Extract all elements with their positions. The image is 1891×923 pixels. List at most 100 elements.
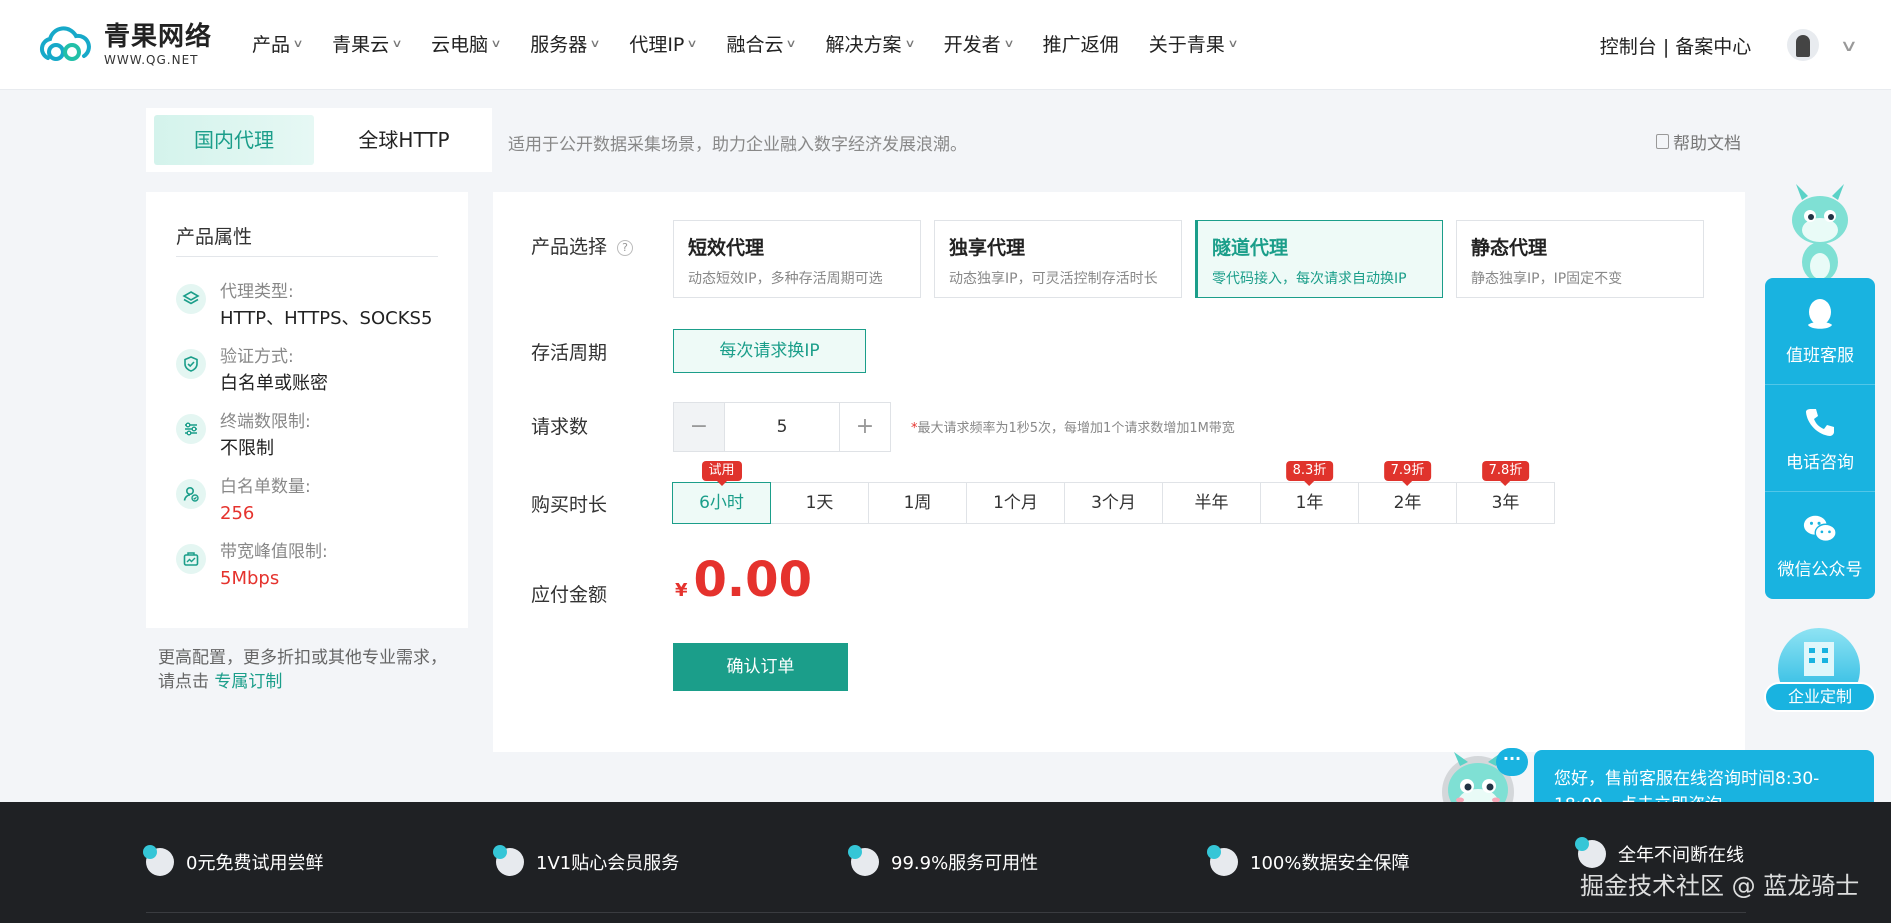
nav-item[interactable]: 解决方案 ∨ xyxy=(826,30,916,57)
security-100-icon xyxy=(1207,845,1238,876)
nav-item[interactable]: 代理IP ∨ xyxy=(629,30,698,57)
chevron-down-icon: ∨ xyxy=(903,37,916,50)
duration-option[interactable]: 1天 xyxy=(770,482,869,524)
duration-option[interactable]: 半年 xyxy=(1162,482,1261,524)
discount-badge: 8.3折 xyxy=(1285,461,1334,486)
nav-label: 产品 xyxy=(252,34,291,56)
watermark: 掘金技术社区 @ 蓝龙骑士 xyxy=(1580,872,1860,900)
requests-input[interactable]: 5 xyxy=(724,403,840,451)
duration-option[interactable]: 3年 7.8折 xyxy=(1456,461,1555,524)
nav-item[interactable]: 推广返佣 xyxy=(1043,30,1119,57)
chevron-down-icon: ∨ xyxy=(1002,37,1015,50)
float-label: 电话咨询 xyxy=(1786,452,1854,473)
user-menu-chevron-icon[interactable]: ∨ xyxy=(1840,36,1859,55)
free-icon xyxy=(143,845,174,876)
float-phone-consult[interactable]: 电话咨询 xyxy=(1765,385,1875,492)
duration-label: 1年 xyxy=(1295,493,1324,513)
attr-value: HTTP、HTTPS、SOCKS5 xyxy=(220,308,433,329)
duration-option[interactable]: 1年 8.3折 xyxy=(1260,461,1359,524)
enterprise-label: 企业定制 xyxy=(1764,682,1876,712)
duration-option[interactable]: 2年 7.9折 xyxy=(1358,461,1457,524)
duration-option[interactable]: 3个月 xyxy=(1064,482,1163,524)
nav-label: 开发者 xyxy=(943,34,1001,56)
custom-order-link[interactable]: 专属订制 xyxy=(214,672,282,692)
layers-icon xyxy=(176,284,206,314)
nav-item[interactable]: 产品 ∨ xyxy=(252,30,304,57)
help-doc-link[interactable]: 帮助文档 xyxy=(1656,129,1741,154)
chat-typing-icon: ··· xyxy=(1496,748,1528,776)
top-header: 青果网络 WWW.QG.NET 产品 ∨ 青果云 ∨ 云电脑 ∨ 服务器 ∨ 代理IP ∨ 融合云 ∨… xyxy=(0,0,1891,90)
monitor-icon xyxy=(1575,837,1606,868)
qq-icon xyxy=(1802,297,1838,333)
product-name: 独享代理 xyxy=(949,237,1026,259)
duration-option[interactable]: 1周 xyxy=(868,482,967,524)
attr-terminal-limit: 终端数限制: 不限制 xyxy=(176,410,311,464)
duration-options: 6小时 试用 1天 1周 1个月 3个月 半年 1年 8.3折 2年 7.9折 3年 7.8折 xyxy=(672,461,1555,524)
product-desc: 零代码接入，每次请求自动换IP xyxy=(1212,271,1407,287)
product-card-exclusive[interactable]: 独享代理 动态独享IP，可灵活控制存活时长 xyxy=(934,220,1182,298)
attr-value: 不限制 xyxy=(220,438,274,459)
float-wechat[interactable]: 微信公众号 xyxy=(1765,492,1875,599)
nav-label: 融合云 xyxy=(726,34,784,56)
attr-value: 5Mbps xyxy=(220,568,280,589)
chevron-down-icon: ∨ xyxy=(490,37,502,50)
feature-label: 1V1贴心会员服务 xyxy=(536,853,680,874)
decrement-button[interactable]: − xyxy=(674,403,724,451)
footer-divider xyxy=(146,912,1746,913)
nav-label: 代理IP xyxy=(629,34,685,56)
product-desc: 动态短效IP，多种存活周期可选 xyxy=(688,271,883,287)
tab-domestic-proxy[interactable]: 国内代理 xyxy=(154,115,314,165)
user-avatar[interactable] xyxy=(1787,29,1820,61)
help-doc-label: 帮助文档 xyxy=(1673,134,1741,154)
feature-label: 100%数据安全保障 xyxy=(1250,853,1410,874)
nav-item[interactable]: 服务器 ∨ xyxy=(530,30,601,57)
product-name: 短效代理 xyxy=(688,237,765,259)
attr-label: 终端数限制: xyxy=(220,412,311,432)
product-card-short-term[interactable]: 短效代理 动态短效IP，多种存活周期可选 xyxy=(673,220,921,298)
attr-auth-method: 验证方式: 白名单或账密 xyxy=(176,345,328,399)
float-label: 值班客服 xyxy=(1786,345,1854,366)
bandwidth-icon xyxy=(176,544,206,574)
attr-proxy-type: 代理类型: HTTP、HTTPS、SOCKS5 xyxy=(176,280,432,334)
period-option-per-request[interactable]: 每次请求换IP xyxy=(673,329,866,373)
nav-label: 青果云 xyxy=(332,34,390,56)
duration-label: 1周 xyxy=(903,493,932,513)
tab-global-http[interactable]: 全球HTTP xyxy=(324,115,484,165)
chevron-down-icon: ∨ xyxy=(391,37,403,50)
currency-symbol: ¥ xyxy=(675,580,688,601)
amount-value: 0.00 xyxy=(693,552,812,608)
question-icon[interactable]: ? xyxy=(617,239,634,256)
attributes-title: 产品属性 xyxy=(176,226,253,248)
nav-label: 服务器 xyxy=(530,34,588,56)
nav-item[interactable]: 青果云 ∨ xyxy=(332,30,403,57)
product-card-tunnel[interactable]: 隧道代理 零代码接入，每次请求自动换IP xyxy=(1195,220,1443,298)
float-duty-service[interactable]: 值班客服 xyxy=(1765,278,1875,385)
duration-option[interactable]: 6小时 试用 xyxy=(672,461,771,524)
console-filing-link[interactable]: 控制台 | 备案中心 xyxy=(1600,32,1751,59)
period-label: 存活周期 xyxy=(531,342,608,364)
nav-item[interactable]: 融合云 ∨ xyxy=(726,30,797,57)
increment-button[interactable]: + xyxy=(840,403,890,451)
feature-security: 100%数据安全保障 xyxy=(1207,845,1410,876)
nav-label: 推广返佣 xyxy=(1042,34,1119,56)
cloud-logo-icon xyxy=(34,24,96,66)
site-logo[interactable]: 青果网络 WWW.QG.NET xyxy=(34,24,212,66)
duration-label: 3年 xyxy=(1491,493,1520,513)
enterprise-custom-button[interactable]: 企业定制 xyxy=(1764,628,1876,712)
attr-bandwidth-limit: 带宽峰值限制: 5Mbps xyxy=(176,540,328,594)
product-select-row: 产品选择? xyxy=(531,232,634,259)
product-name: 静态代理 xyxy=(1471,237,1548,259)
logo-url: WWW.QG.NET xyxy=(104,53,199,67)
floating-service-bar: 值班客服 电话咨询 微信公众号 xyxy=(1765,278,1875,599)
document-icon xyxy=(1656,134,1669,149)
confirm-order-button[interactable]: 确认订单 xyxy=(673,643,848,691)
nav-item[interactable]: 云电脑 ∨ xyxy=(431,30,502,57)
price-display: ¥ 0.00 xyxy=(675,552,812,608)
requests-label: 请求数 xyxy=(531,416,589,438)
feature-always-online: 全年不间断在线 xyxy=(1575,837,1744,868)
nav-item[interactable]: 关于青果 ∨ xyxy=(1149,30,1239,57)
product-card-static[interactable]: 静态代理 静态独享IP，IP固定不变 xyxy=(1456,220,1704,298)
nav-item[interactable]: 开发者 ∨ xyxy=(943,30,1015,57)
duration-option[interactable]: 1个月 xyxy=(966,482,1065,524)
divider xyxy=(176,256,438,257)
